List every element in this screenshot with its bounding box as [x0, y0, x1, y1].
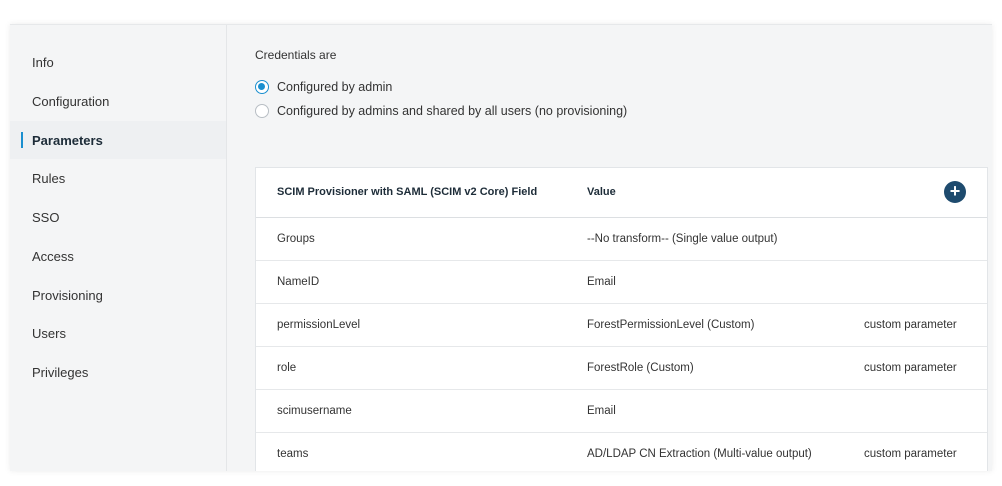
- row-field: Groups: [277, 233, 315, 245]
- column-header-value: Value: [587, 186, 616, 198]
- table-row[interactable]: Groups --No transform-- (Single value ou…: [256, 218, 987, 261]
- row-value: Email: [587, 405, 616, 417]
- radio-label: Configured by admins and shared by all u…: [277, 104, 628, 118]
- table-row[interactable]: role ForestRole (Custom) custom paramete…: [256, 347, 987, 390]
- sidebar-item-provisioning[interactable]: Provisioning: [10, 276, 226, 314]
- table-row[interactable]: scimusername Email: [256, 390, 987, 433]
- column-header-field: SCIM Provisioner with SAML (SCIM v2 Core…: [277, 186, 538, 198]
- plus-circle-icon[interactable]: +: [944, 181, 966, 203]
- row-value: --No transform-- (Single value output): [587, 233, 778, 245]
- sidebar-item-privileges[interactable]: Privileges: [10, 353, 226, 391]
- row-field: scimusername: [277, 405, 352, 417]
- table-row[interactable]: teams AD/LDAP CN Extraction (Multi-value…: [256, 433, 987, 471]
- sidebar: Info Configuration Parameters Rules SSO …: [10, 25, 227, 471]
- sidebar-item-sso[interactable]: SSO: [10, 198, 226, 236]
- app-frame: Info Configuration Parameters Rules SSO …: [10, 24, 992, 471]
- row-value: AD/LDAP CN Extraction (Multi-value outpu…: [587, 448, 812, 460]
- sidebar-item-users[interactable]: Users: [10, 314, 226, 352]
- row-value: ForestPermissionLevel (Custom): [587, 319, 755, 331]
- row-field: permissionLevel: [277, 319, 361, 331]
- row-field: NameID: [277, 276, 320, 288]
- radio-shared-by-all-users[interactable]: Configured by admins and shared by all u…: [255, 104, 627, 118]
- sidebar-item-parameters[interactable]: Parameters: [10, 121, 226, 159]
- credentials-label: Credentials are: [255, 48, 337, 62]
- sidebar-item-rules[interactable]: Rules: [10, 159, 226, 197]
- table-header: SCIM Provisioner with SAML (SCIM v2 Core…: [256, 168, 987, 218]
- sidebar-item-access[interactable]: Access: [10, 237, 226, 275]
- sidebar-item-info[interactable]: Info: [10, 43, 226, 81]
- row-field: role: [277, 362, 297, 374]
- table-row[interactable]: NameID Email: [256, 261, 987, 304]
- radio-configured-by-admin[interactable]: Configured by admin: [255, 80, 392, 94]
- radio-unchecked-icon[interactable]: [255, 104, 269, 118]
- row-note: custom parameter: [864, 448, 957, 460]
- row-note: custom parameter: [864, 362, 957, 374]
- main-panel: Credentials are Configured by admin Conf…: [227, 25, 992, 471]
- sidebar-item-configuration[interactable]: Configuration: [10, 82, 226, 120]
- row-note: custom parameter: [864, 319, 957, 331]
- parameters-table: SCIM Provisioner with SAML (SCIM v2 Core…: [255, 167, 988, 471]
- row-value: Email: [587, 276, 616, 288]
- row-field: teams: [277, 448, 309, 460]
- radio-label: Configured by admin: [277, 80, 393, 94]
- table-row[interactable]: permissionLevel ForestPermissionLevel (C…: [256, 304, 987, 347]
- radio-checked-icon[interactable]: [255, 80, 269, 94]
- row-value: ForestRole (Custom): [587, 362, 694, 374]
